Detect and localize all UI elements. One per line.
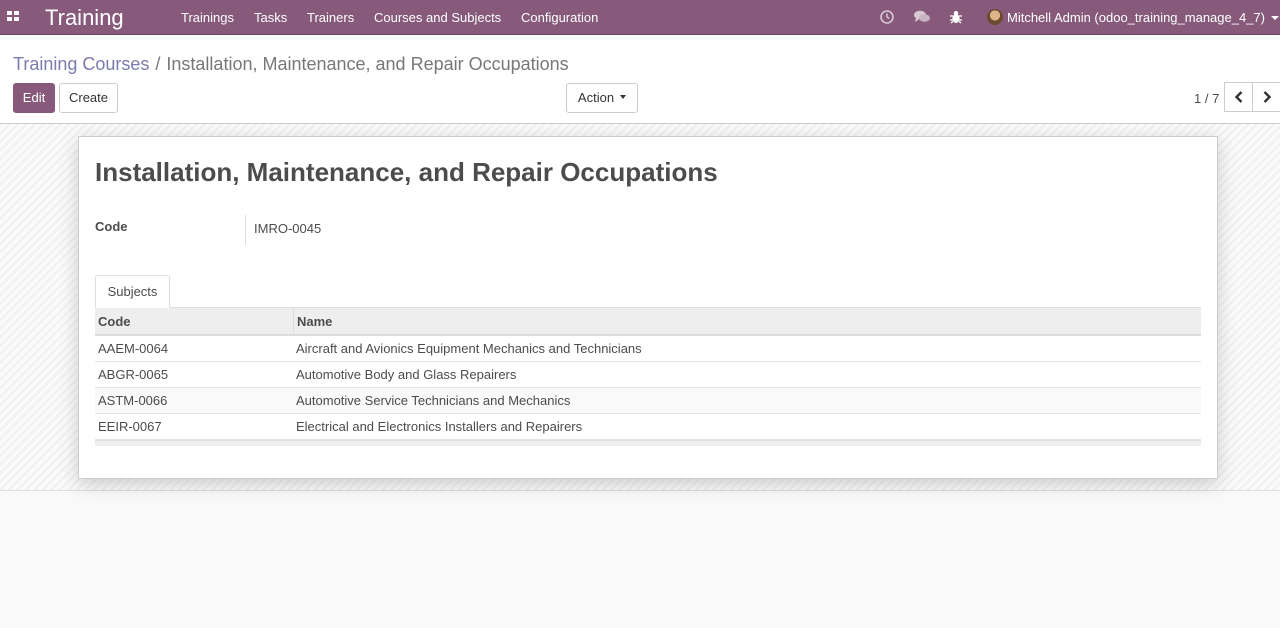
cell-code: AAEM-0064 xyxy=(98,341,169,356)
code-value: IMRO-0045 xyxy=(254,221,322,236)
control-panel: Training Courses / Installation, Maintenan… xyxy=(0,40,1280,124)
user-name: Mitchell Admin (odoo_training_manage_4_7… xyxy=(1007,10,1265,25)
user-menu[interactable]: Mitchell Admin (odoo_training_manage_4_7… xyxy=(987,0,1279,35)
column-header-name[interactable]: Name xyxy=(293,308,1201,336)
record-title: Installation, Maintenance, and Repair Oc… xyxy=(95,157,718,187)
cell-name: Automotive Body and Glass Repairers xyxy=(296,367,517,382)
breadcrumb-separator: / xyxy=(155,54,161,74)
chevron-right-icon xyxy=(1263,91,1272,103)
menu-courses-and-subjects[interactable]: Courses and Subjects xyxy=(374,0,501,35)
app-brand[interactable]: Training xyxy=(45,5,124,31)
breadcrumb-parent-link[interactable]: Training Courses xyxy=(13,54,149,74)
chat-icon[interactable] xyxy=(913,9,930,25)
chevron-down-icon xyxy=(1271,16,1279,20)
table-row[interactable]: AAEM-0064 Aircraft and Avionics Equipmen… xyxy=(95,336,1201,362)
chevron-left-icon xyxy=(1234,91,1243,103)
column-header-code[interactable]: Code xyxy=(95,308,293,336)
subjects-table: Code Name AAEM-0064 Aircraft and Avionic… xyxy=(95,308,1201,446)
menu-trainers[interactable]: Trainers xyxy=(307,0,354,35)
form-sheet: Installation, Maintenance, and Repair Oc… xyxy=(78,136,1218,479)
breadcrumb-current: Installation, Maintenance, and Repair Oc… xyxy=(166,54,569,74)
pager-previous-button[interactable] xyxy=(1224,82,1254,112)
table-row[interactable]: ABGR-0065 Automotive Body and Glass Repa… xyxy=(95,362,1201,388)
pager-value[interactable]: 1 / 7 xyxy=(1194,91,1219,106)
table-row[interactable]: EEIR-0067 Electrical and Electronics Ins… xyxy=(95,414,1201,440)
apps-menu-icon[interactable] xyxy=(7,11,19,23)
field-divider xyxy=(245,215,246,245)
cell-name: Automotive Service Technicians and Mecha… xyxy=(296,393,571,408)
menu-configuration[interactable]: Configuration xyxy=(521,0,598,35)
cell-name: Electrical and Electronics Installers an… xyxy=(296,419,583,434)
pager-next-button[interactable] xyxy=(1252,82,1280,112)
cell-code: EEIR-0067 xyxy=(98,419,162,434)
table-footer xyxy=(95,440,1201,446)
cell-code: ABGR-0065 xyxy=(98,367,169,382)
top-navbar: Training Trainings Tasks Trainers Course… xyxy=(0,0,1280,35)
table-header: Code Name xyxy=(95,308,1201,336)
bug-icon[interactable] xyxy=(948,9,964,25)
code-label: Code xyxy=(95,219,128,234)
caret-down-icon xyxy=(620,95,627,99)
cell-name: Aircraft and Avionics Equipment Mechanic… xyxy=(296,341,642,356)
action-label: Action xyxy=(577,90,615,105)
tab-subjects[interactable]: Subjects xyxy=(95,275,170,308)
create-button[interactable]: Create xyxy=(59,83,118,113)
breadcrumb: Training Courses / Installation, Maintenan… xyxy=(13,54,569,75)
menu-trainings[interactable]: Trainings xyxy=(181,0,234,35)
clock-icon[interactable] xyxy=(879,9,895,25)
cell-code: ASTM-0066 xyxy=(98,393,168,408)
avatar xyxy=(987,9,1003,25)
edit-button[interactable]: Edit xyxy=(13,83,55,113)
table-row[interactable]: ASTM-0066 Automotive Service Technicians… xyxy=(95,388,1201,414)
action-dropdown[interactable]: Action xyxy=(566,83,638,113)
menu-tasks[interactable]: Tasks xyxy=(254,0,287,35)
